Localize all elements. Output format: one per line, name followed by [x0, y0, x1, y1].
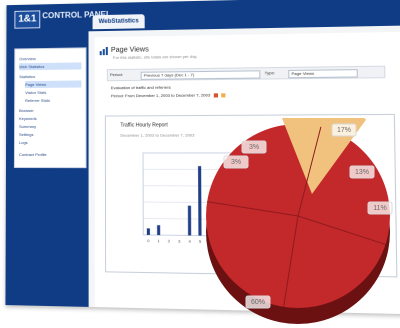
pie-label: 17% — [337, 127, 351, 134]
chart-icon — [99, 47, 109, 55]
brand-logo: 1&1 — [14, 10, 40, 28]
pie-label: 13% — [355, 169, 369, 176]
period-value: Period: From December 1, 2003 to Decembe… — [111, 92, 225, 98]
sidebar-item-summary[interactable]: Summary — [19, 123, 81, 130]
screenshot-scene: 1&1 CONTROL PANEL WebStatistics Overview… — [0, 0, 400, 323]
export-icon[interactable] — [221, 93, 225, 97]
bar-0 — [147, 228, 150, 235]
pie-chart-overlay: 17% 3% 3% 13% 11% 60% — [196, 118, 400, 328]
pie-label: 3% — [249, 144, 259, 151]
filter-period-select[interactable]: Previous 7 days (Dec 1 - 7) — [141, 70, 261, 80]
filter-type-label: Type: — [265, 70, 276, 76]
x-tick-label: 3 — [178, 238, 181, 243]
sidebar-item-contract-profile[interactable]: Contract Profile — [19, 151, 81, 158]
sidebar-item-settings[interactable]: Settings — [19, 131, 81, 138]
sidebar-item-referrer-stats[interactable]: Referrer Stats — [25, 97, 81, 104]
calendar-icon[interactable] — [214, 93, 218, 97]
tab-webstatistics[interactable]: WebStatistics — [93, 14, 145, 29]
period-description: Evaluation of traffic and referrers — [111, 85, 171, 91]
pie-label: 60% — [251, 299, 265, 306]
x-tick-label: 1 — [157, 238, 160, 243]
period-text: Period: From December 1, 2003 to Decembe… — [111, 92, 210, 98]
sidebar-item-webstatistics[interactable]: Web Statistics — [19, 62, 81, 70]
x-tick-label: 4 — [188, 239, 191, 244]
sidebar: Overview Web Statistics Statistics Page … — [5, 31, 88, 307]
sidebar-item-keywords[interactable]: Keywords — [19, 115, 81, 122]
sidebar-item-page-views[interactable]: Page Views — [25, 80, 81, 88]
page-subtitle: For this statistic, site totals are show… — [113, 54, 198, 60]
bar-4 — [188, 206, 191, 236]
sidebar-item-visitor-stats[interactable]: Visitor Stats — [25, 89, 81, 97]
sidebar-panel: Overview Web Statistics Statistics Page … — [14, 47, 87, 168]
sidebar-item-logs[interactable]: Logs — [19, 139, 81, 146]
x-tick-label: 2 — [168, 238, 170, 243]
sidebar-item-browser[interactable]: Browser — [19, 107, 81, 114]
filter-type-select[interactable]: Page Views — [288, 69, 358, 78]
filter-period-label: Period: — [110, 72, 123, 78]
top-bar: 1&1 CONTROL PANEL WebStatistics — [6, 0, 400, 33]
pie-label: 11% — [373, 205, 387, 212]
graph-title: Traffic Hourly Report — [120, 122, 167, 128]
bar-1 — [157, 225, 160, 235]
page-title: Page Views — [111, 46, 149, 54]
x-tick-label: 0 — [147, 238, 150, 243]
sidebar-item-statistics[interactable]: Statistics — [19, 72, 81, 80]
sidebar-item-overview[interactable]: Overview — [19, 54, 81, 62]
graph-date: December 1, 2003 to December 7, 2003 — [120, 132, 194, 137]
pie-label: 3% — [231, 159, 241, 166]
filter-bar: Period: Previous 7 days (Dec 1 - 7) Type… — [107, 66, 386, 82]
